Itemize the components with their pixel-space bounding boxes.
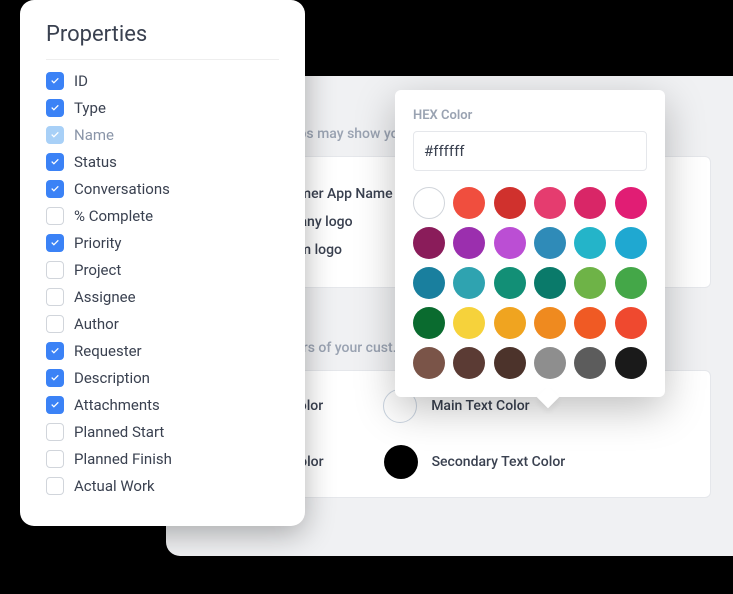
property-item-author[interactable]: Author — [46, 315, 279, 333]
property-item-id[interactable]: ID — [46, 72, 279, 90]
palette-chip-29[interactable] — [615, 347, 647, 379]
checkbox-icon — [46, 396, 64, 414]
color-swatch — [384, 445, 418, 479]
property-item-conversations[interactable]: Conversations — [46, 180, 279, 198]
palette-chip-8[interactable] — [494, 227, 526, 259]
palette-chip-10[interactable] — [574, 227, 606, 259]
checkbox-icon — [46, 423, 64, 441]
property-label: % Complete — [74, 207, 153, 225]
checkbox-icon — [46, 180, 64, 198]
palette-chip-26[interactable] — [494, 347, 526, 379]
property-item-planned-finish[interactable]: Planned Finish — [46, 450, 279, 468]
palette-chip-1[interactable] — [453, 187, 485, 219]
palette-chip-5[interactable] — [615, 187, 647, 219]
property-label: Assignee — [74, 288, 136, 306]
properties-title: Properties — [46, 22, 279, 47]
property-label: Description — [74, 369, 150, 387]
palette-chip-24[interactable] — [413, 347, 445, 379]
palette-chip-14[interactable] — [494, 267, 526, 299]
palette-chip-9[interactable] — [534, 227, 566, 259]
property-label: Planned Start — [74, 423, 164, 441]
checkbox-icon — [46, 72, 64, 90]
palette-chip-0[interactable] — [413, 187, 445, 219]
palette-chip-20[interactable] — [494, 307, 526, 339]
property-label: Attachments — [74, 396, 160, 414]
property-label: Planned Finish — [74, 450, 172, 468]
color-label: Secondary Text Color — [432, 454, 566, 470]
checkbox-icon — [46, 450, 64, 468]
color-palette — [413, 187, 647, 379]
checkbox-icon — [46, 234, 64, 252]
checkbox-icon — [46, 315, 64, 333]
palette-chip-6[interactable] — [413, 227, 445, 259]
property-item-priority[interactable]: Priority — [46, 234, 279, 252]
palette-chip-15[interactable] — [534, 267, 566, 299]
palette-chip-13[interactable] — [453, 267, 485, 299]
palette-chip-3[interactable] — [534, 187, 566, 219]
palette-chip-12[interactable] — [413, 267, 445, 299]
property-item-status[interactable]: Status — [46, 153, 279, 171]
palette-chip-11[interactable] — [615, 227, 647, 259]
property-item-description[interactable]: Description — [46, 369, 279, 387]
properties-panel: Properties ID Type Name Status Conversations… — [20, 0, 305, 526]
checkbox-icon — [46, 369, 64, 387]
palette-chip-16[interactable] — [574, 267, 606, 299]
palette-chip-25[interactable] — [453, 347, 485, 379]
property-label: Priority — [74, 234, 121, 252]
property-label: Requester — [74, 342, 142, 360]
palette-chip-18[interactable] — [413, 307, 445, 339]
property-label: Type — [74, 99, 106, 117]
checkbox-icon — [46, 99, 64, 117]
property-label: Actual Work — [74, 477, 155, 495]
property-label: Conversations — [74, 180, 170, 198]
hex-label: HEX Color — [413, 108, 647, 123]
palette-chip-17[interactable] — [615, 267, 647, 299]
property-item-attachments[interactable]: Attachments — [46, 396, 279, 414]
hex-input[interactable] — [413, 131, 647, 171]
property-item-requester[interactable]: Requester — [46, 342, 279, 360]
property-item-planned-start[interactable]: Planned Start — [46, 423, 279, 441]
checkbox-icon — [46, 342, 64, 360]
color-label: Main Text Color — [431, 398, 529, 414]
checkbox-icon — [46, 261, 64, 279]
property-item-type[interactable]: Type — [46, 99, 279, 117]
palette-chip-27[interactable] — [534, 347, 566, 379]
palette-chip-7[interactable] — [453, 227, 485, 259]
color-item-3[interactable]: Secondary Text Color — [384, 445, 566, 479]
divider — [46, 59, 279, 60]
property-item-assignee[interactable]: Assignee — [46, 288, 279, 306]
palette-chip-21[interactable] — [534, 307, 566, 339]
property-label: ID — [74, 72, 88, 90]
property-label: Author — [74, 315, 119, 333]
checkbox-icon — [46, 126, 64, 144]
property-item-project[interactable]: Project — [46, 261, 279, 279]
property-label: Status — [74, 153, 117, 171]
property-label: Name — [74, 126, 114, 144]
palette-chip-4[interactable] — [574, 187, 606, 219]
color-picker-popover: HEX Color — [395, 90, 665, 397]
property-item-name[interactable]: Name — [46, 126, 279, 144]
palette-chip-2[interactable] — [494, 187, 526, 219]
property-label: Project — [74, 261, 121, 279]
checkbox-icon — [46, 288, 64, 306]
properties-list: ID Type Name Status Conversations % Complete P… — [46, 72, 279, 495]
property-item-actual-work[interactable]: Actual Work — [46, 477, 279, 495]
checkbox-icon — [46, 207, 64, 225]
palette-chip-28[interactable] — [574, 347, 606, 379]
property-item--complete[interactable]: % Complete — [46, 207, 279, 225]
palette-chip-22[interactable] — [574, 307, 606, 339]
checkbox-icon — [46, 477, 64, 495]
palette-chip-23[interactable] — [615, 307, 647, 339]
palette-chip-19[interactable] — [453, 307, 485, 339]
checkbox-icon — [46, 153, 64, 171]
